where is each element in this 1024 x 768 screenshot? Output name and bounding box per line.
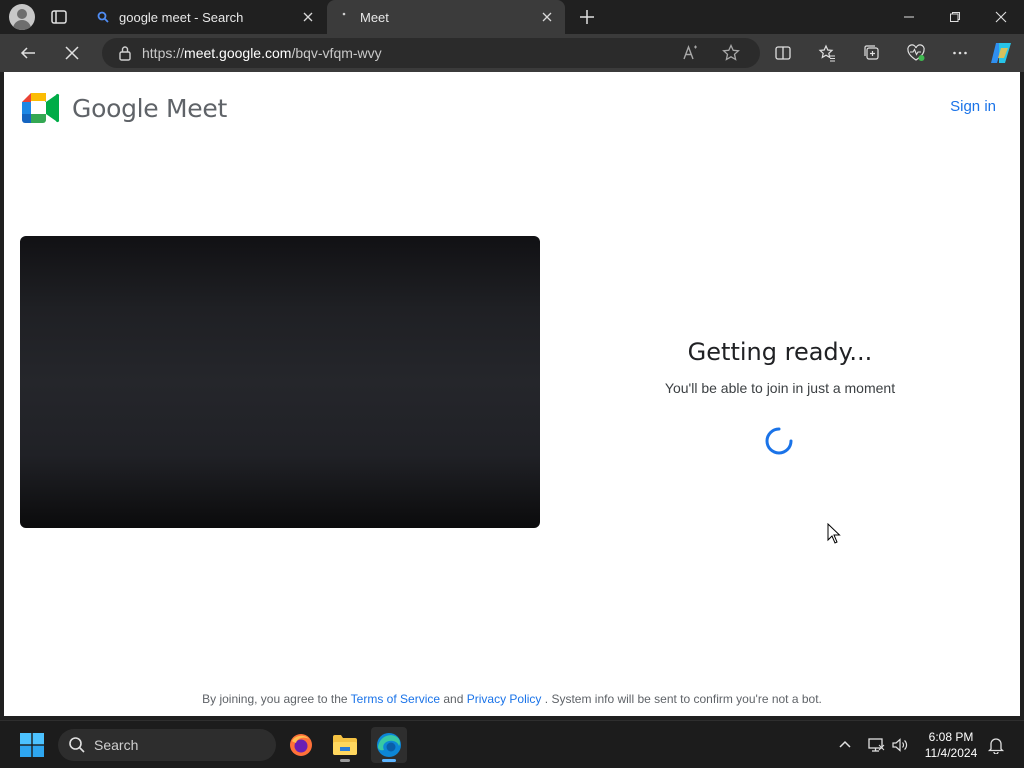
favorites-icon[interactable] <box>814 40 840 66</box>
edge-app-icon[interactable] <box>371 727 407 763</box>
ready-subtext: You'll be able to join in just a moment <box>664 380 896 396</box>
windows-taskbar: Search 6:08 PM 11/4/2024 <box>0 720 1024 768</box>
brand-name: Google Meet <box>72 93 227 123</box>
firefox-app-icon[interactable] <box>283 727 319 763</box>
taskbar-search-label: Search <box>94 737 139 753</box>
address-bar[interactable]: https://meet.google.com/bqv-vfqm-wvy <box>102 38 760 68</box>
tab-search[interactable]: google meet - Search <box>86 0 326 34</box>
close-window-icon[interactable] <box>978 0 1024 34</box>
getting-ready-panel: Getting ready... You'll be able to join … <box>604 338 956 396</box>
read-aloud-icon[interactable] <box>682 44 700 62</box>
url-path: /bqv-vfqm-wvy <box>291 45 382 61</box>
show-hidden-icons-chevron-icon[interactable] <box>836 736 854 754</box>
notification-bell-icon[interactable] <box>987 736 1005 754</box>
meet-page: Google Meet Sign in Getting ready... You… <box>4 72 1020 716</box>
terms-footer: By joining, you agree to the Terms of Se… <box>4 692 1020 706</box>
footer-and: and <box>443 692 464 706</box>
copilot-icon[interactable] <box>988 40 1014 66</box>
url-scheme: https:// <box>142 45 185 61</box>
restore-icon[interactable] <box>932 0 978 34</box>
tab-meet[interactable]: Meet <box>327 0 565 34</box>
privacy-policy-link[interactable]: Privacy Policy <box>467 692 542 706</box>
url-text[interactable]: https://meet.google.com/bqv-vfqm-wvy <box>142 45 382 61</box>
split-screen-icon[interactable] <box>770 40 796 66</box>
windows-start-icon[interactable] <box>20 733 44 757</box>
clock-date: 11/4/2024 <box>924 746 978 760</box>
tab-strip: google meet - Search Meet <box>0 0 1024 34</box>
loading-dot-icon <box>336 9 352 25</box>
clock-time: 6:08 PM <box>928 730 974 744</box>
search-favicon-icon <box>95 9 111 25</box>
back-arrow-icon[interactable] <box>15 40 41 66</box>
volume-icon[interactable] <box>891 736 909 754</box>
url-host: meet.google.com <box>184 45 292 61</box>
google-meet-logo-icon <box>22 93 60 123</box>
camera-preview <box>20 236 540 528</box>
tab-title: Meet <box>360 9 389 25</box>
google-meet-brand[interactable]: Google Meet <box>22 92 227 124</box>
minimize-icon[interactable] <box>886 0 932 34</box>
ready-heading: Getting ready... <box>687 338 873 366</box>
footer-suffix: . System info will be sent to confirm yo… <box>544 692 822 706</box>
file-explorer-app-icon[interactable] <box>327 727 363 763</box>
network-icon[interactable] <box>867 736 885 754</box>
collections-icon[interactable] <box>859 40 885 66</box>
tab-actions-icon[interactable] <box>50 8 68 26</box>
sign-in-link[interactable]: Sign in <box>950 98 996 115</box>
lock-icon[interactable] <box>118 45 132 61</box>
browser-essentials-icon[interactable] <box>903 40 929 66</box>
loading-spinner-icon <box>765 427 793 455</box>
terms-of-service-link[interactable]: Terms of Service <box>351 692 440 706</box>
favorite-star-icon[interactable] <box>722 43 740 62</box>
browser-toolbar: https://meet.google.com/bqv-vfqm-wvy <box>0 34 1024 72</box>
close-tab-icon[interactable] <box>300 9 316 25</box>
active-indicator <box>382 759 396 762</box>
search-icon <box>69 737 85 753</box>
running-indicator <box>340 759 350 762</box>
system-clock[interactable]: 6:08 PM 11/4/2024 <box>918 729 984 761</box>
close-tab-icon[interactable] <box>539 9 555 25</box>
tab-title: google meet - Search <box>119 9 244 25</box>
new-tab-icon[interactable] <box>577 7 597 27</box>
mouse-cursor-icon <box>827 523 841 544</box>
more-options-icon[interactable] <box>947 40 973 66</box>
footer-prefix: By joining, you agree to the <box>202 692 348 706</box>
stop-loading-icon[interactable] <box>59 40 85 66</box>
profile-avatar-icon[interactable] <box>9 4 35 30</box>
taskbar-search[interactable]: Search <box>58 729 276 761</box>
